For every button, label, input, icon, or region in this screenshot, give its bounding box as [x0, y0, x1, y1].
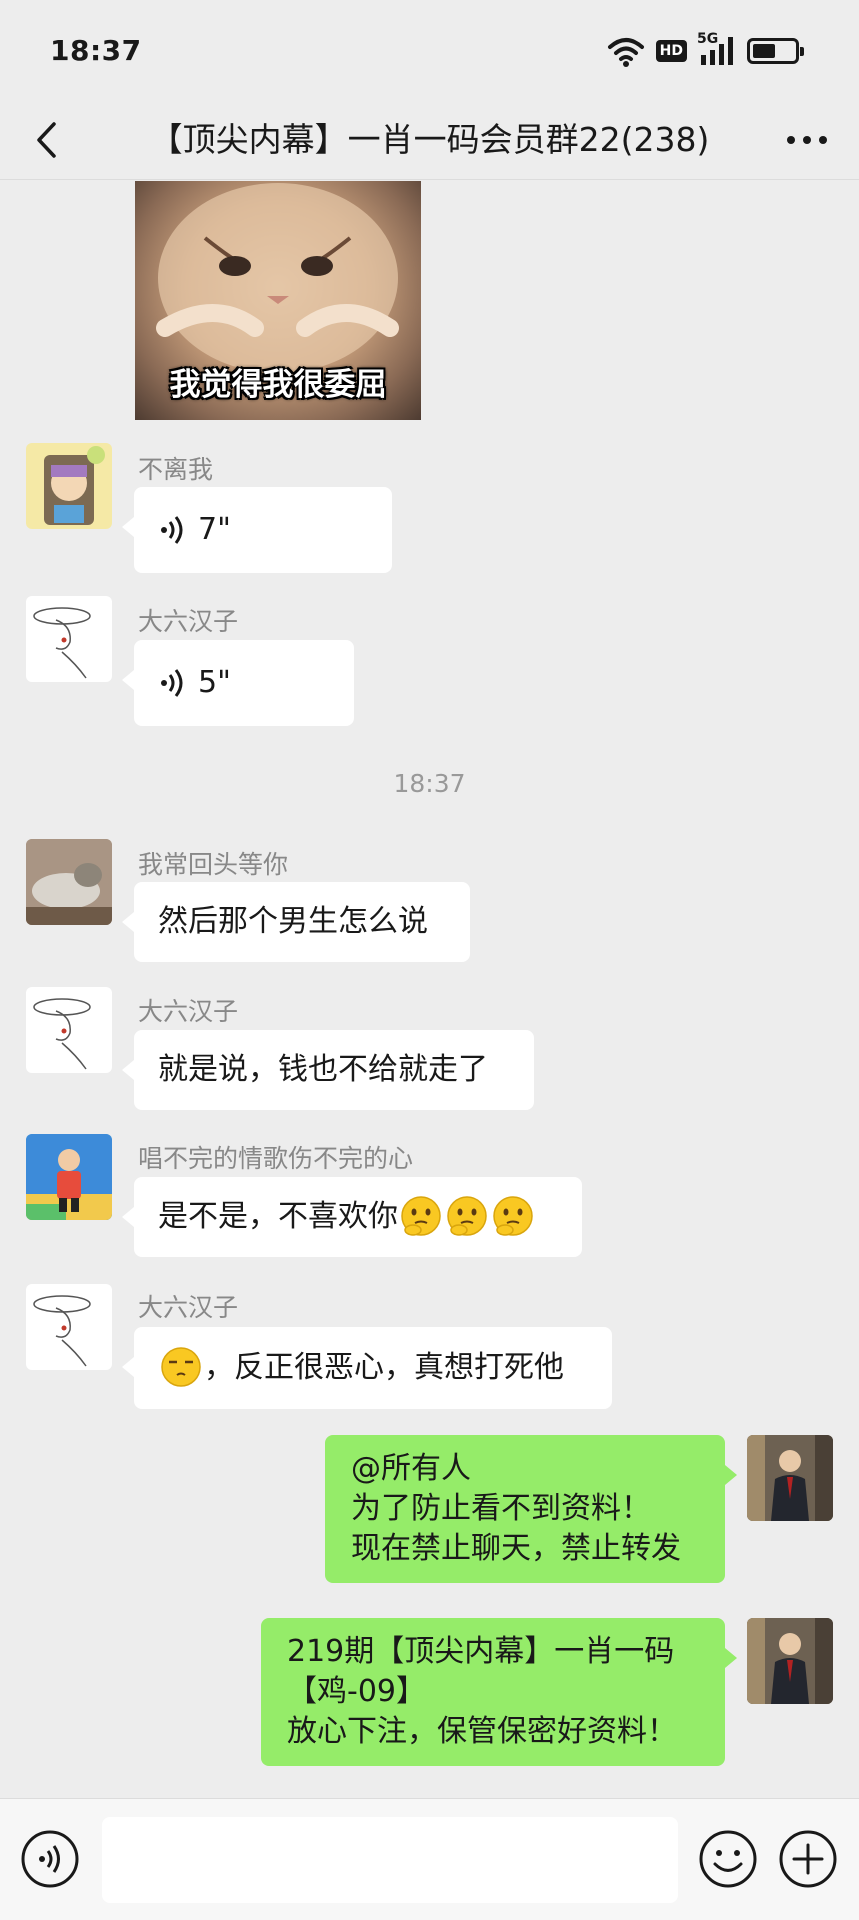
- avatar[interactable]: [26, 596, 112, 682]
- message-line: 放心下注，保管保密好资料！: [287, 1714, 677, 1749]
- sender-name: 我常回头等你: [138, 850, 289, 879]
- more-button[interactable]: [777, 116, 837, 164]
- more-dots-icon: [787, 136, 795, 144]
- voice-icon: [161, 669, 183, 697]
- sticker-caption: 我觉得我很委屈: [169, 367, 387, 403]
- voice-duration: 5": [198, 665, 231, 700]
- thinking-face-icon: [447, 1195, 487, 1236]
- sender-name: 大六汉子: [138, 1293, 239, 1322]
- message-text: ，反正很恶心，真想打死他: [204, 1350, 564, 1385]
- self-text-message[interactable]: 219期【顶尖内幕】一肖一码 【鸡-09】 放心下注，保管保密好资料！: [261, 1618, 737, 1766]
- status-time: 18:37: [50, 34, 142, 67]
- message-line: 为了防止看不到资料！: [351, 1491, 651, 1526]
- signal-icon: 5G: [697, 31, 737, 67]
- avatar[interactable]: [26, 443, 112, 529]
- chat-title: 【顶尖内幕】一肖一码会员群22(238): [149, 120, 710, 159]
- chevron-left-icon: [37, 122, 56, 158]
- chat-timestamp: 18:37: [393, 769, 466, 798]
- back-button[interactable]: [22, 116, 70, 164]
- avatar[interactable]: [26, 839, 112, 925]
- battery-icon: [747, 38, 804, 64]
- unamused-face-icon: [161, 1346, 201, 1387]
- status-icons: HD 5G: [606, 31, 804, 68]
- message-input[interactable]: [102, 1817, 678, 1903]
- voice-content: 7": [158, 487, 368, 573]
- avatar-sketch-image: [33, 1295, 91, 1367]
- text-message[interactable]: 是不是，不喜欢你: [122, 1177, 582, 1257]
- sender-name: 大六汉子: [138, 607, 239, 636]
- message-text: 是不是，不喜欢你: [158, 1199, 398, 1234]
- sender-name: 不离我: [138, 455, 214, 484]
- hd-badge: HD: [655, 40, 687, 62]
- chat-header: 【顶尖内幕】一肖一码会员群22(238): [0, 100, 859, 180]
- battery-level: [753, 44, 775, 58]
- avatar-sketch-image: [33, 607, 91, 679]
- emoji-icon: [699, 1830, 757, 1888]
- text-message[interactable]: 然后那个男生怎么说: [122, 882, 470, 962]
- message-list[interactable]: 我觉得我很委屈 不离我 7" 大六汉子 5" 18:37 我常回头等你 然后那个…: [0, 181, 859, 1798]
- message-text: 然后那个男生怎么说: [158, 904, 428, 939]
- avatar-man-image: [747, 1618, 833, 1704]
- avatar-sketch-image: [33, 998, 91, 1070]
- wifi-icon: [607, 38, 644, 67]
- self-avatar[interactable]: [747, 1618, 833, 1704]
- text-message[interactable]: ，反正很恶心，真想打死他: [122, 1327, 612, 1409]
- thinking-face-icon: [401, 1195, 441, 1236]
- message-line: 现在禁止聊天，禁止转发: [351, 1531, 681, 1566]
- input-bar: [0, 1798, 859, 1920]
- voice-duration: 7": [198, 512, 231, 547]
- self-avatar[interactable]: [747, 1435, 833, 1521]
- more-actions-button[interactable]: [778, 1829, 838, 1889]
- voice-input-button[interactable]: [20, 1829, 80, 1889]
- message-line: @所有人: [351, 1451, 471, 1486]
- avatar-cartoon-image: [44, 446, 105, 525]
- sender-name: 大六汉子: [138, 997, 239, 1026]
- avatar[interactable]: [26, 1134, 112, 1220]
- self-text-message[interactable]: @所有人 为了防止看不到资料！ 现在禁止聊天，禁止转发: [325, 1435, 737, 1583]
- message-text: 就是说，钱也不给就走了: [158, 1052, 488, 1087]
- message-line: 【鸡-09】: [287, 1674, 426, 1709]
- plus-icon: [779, 1830, 837, 1888]
- text-message[interactable]: 就是说，钱也不给就走了: [122, 1030, 534, 1110]
- voice-message[interactable]: 5": [122, 640, 354, 726]
- message-line: 219期【顶尖内幕】一肖一码: [287, 1634, 675, 1669]
- sender-name: 唱不完的情歌伤不完的心: [138, 1144, 414, 1173]
- voice-icon: [21, 1830, 79, 1888]
- avatar-cat-image: [26, 839, 112, 925]
- status-bar: 18:37 HD 5G: [0, 0, 859, 100]
- thinking-face-icon: [493, 1195, 533, 1236]
- emoji-button[interactable]: [698, 1829, 758, 1889]
- voice-message[interactable]: 7": [122, 487, 392, 573]
- avatar-man-image: [747, 1435, 833, 1521]
- voice-content: 5": [158, 640, 330, 726]
- avatar-child-image: [26, 1134, 112, 1220]
- sticker-image[interactable]: 我觉得我很委屈: [135, 181, 421, 420]
- avatar[interactable]: [26, 987, 112, 1073]
- voice-icon: [161, 516, 183, 544]
- avatar[interactable]: [26, 1284, 112, 1370]
